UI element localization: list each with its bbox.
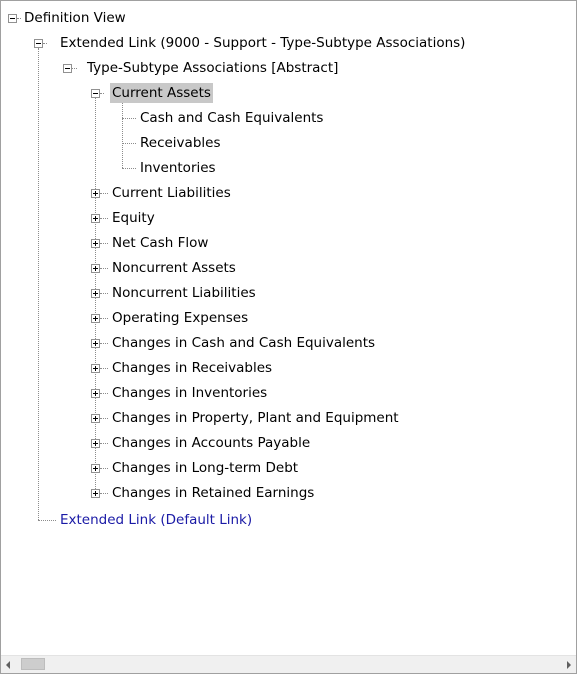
collapse-icon[interactable]: [91, 89, 100, 98]
tree-node-label: Changes in Cash and Cash Equivalents: [112, 335, 376, 351]
expand-icon[interactable]: [91, 289, 100, 298]
expand-icon[interactable]: [91, 464, 100, 473]
tree-node-label: Definition View: [24, 10, 126, 26]
tree-node-label: Changes in Accounts Payable: [112, 435, 311, 451]
expand-icon[interactable]: [91, 364, 100, 373]
expand-icon[interactable]: [91, 414, 100, 423]
tree-guide-line: [100, 393, 108, 394]
tree-guide-line: [100, 243, 108, 244]
horizontal-scrollbar[interactable]: [1, 655, 576, 673]
tree-node-label: Noncurrent Liabilities: [112, 285, 256, 301]
tree-guide-line: [72, 68, 77, 69]
tree-guide-line: [100, 293, 108, 294]
tree-guide-line: [100, 368, 108, 369]
expand-icon[interactable]: [91, 239, 100, 248]
scroll-right-arrow-icon[interactable]: [559, 656, 576, 673]
expand-icon[interactable]: [91, 339, 100, 348]
collapse-icon[interactable]: [34, 39, 43, 48]
tree-node-label: Extended Link (Default Link): [60, 512, 253, 528]
tree-guide-line: [100, 193, 108, 194]
expand-icon[interactable]: [91, 214, 100, 223]
tree-guide-line: [100, 418, 108, 419]
tree-node-label: Current Liabilities: [112, 185, 231, 201]
tree-node-label: Operating Expenses: [112, 310, 249, 326]
tree-node-label: Changes in Retained Earnings: [112, 485, 315, 501]
tree-view-panel: Definition View Extended Link (9000 - Su…: [0, 0, 577, 674]
tree-node-label: Type-Subtype Associations [Abstract]: [87, 60, 339, 76]
tree-guide-line: [43, 43, 47, 44]
tree-guide-line: [122, 143, 136, 144]
scroll-left-arrow-icon[interactable]: [1, 656, 18, 673]
tree-guide-line: [38, 48, 39, 520]
expand-icon[interactable]: [91, 389, 100, 398]
expand-icon[interactable]: [91, 489, 100, 498]
collapse-icon[interactable]: [8, 14, 17, 23]
tree-node-label: Cash and Cash Equivalents: [140, 110, 324, 126]
tree-guide-line: [38, 520, 56, 521]
tree-guide-line: [100, 268, 108, 269]
tree-guide-line: [100, 493, 108, 494]
tree-node-label: Changes in Inventories: [112, 385, 268, 401]
expand-icon[interactable]: [91, 189, 100, 198]
tree-guide-line: [100, 468, 108, 469]
expand-icon[interactable]: [91, 314, 100, 323]
tree-node-label: Receivables: [140, 135, 221, 151]
tree-guide-line: [100, 93, 104, 94]
tree-node-label: Inventories: [140, 160, 216, 176]
tree-node-label: Extended Link (9000 - Support - Type-Sub…: [60, 35, 466, 51]
tree-node-label-selected: Current Assets: [110, 83, 213, 103]
tree-guide-line: [122, 98, 123, 168]
tree-guide-line: [100, 218, 108, 219]
tree-node-label: Changes in Property, Plant and Equipment: [112, 410, 399, 426]
expand-icon[interactable]: [91, 439, 100, 448]
tree-guide-line: [100, 443, 108, 444]
tree-node-label: Changes in Long-term Debt: [112, 460, 299, 476]
expand-icon[interactable]: [91, 264, 100, 273]
tree-guide-line: [122, 168, 136, 169]
tree-node-label: Equity: [112, 210, 155, 226]
scrollbar-thumb[interactable]: [21, 658, 45, 670]
tree-guide-line: [17, 18, 21, 19]
tree-guide-line: [100, 343, 108, 344]
tree-guide-line: [122, 118, 136, 119]
tree-guide-line: [100, 318, 108, 319]
collapse-icon[interactable]: [63, 64, 72, 73]
tree-node-label: Noncurrent Assets: [112, 260, 236, 276]
tree-node-label: Net Cash Flow: [112, 235, 209, 251]
tree-node-label: Changes in Receivables: [112, 360, 273, 376]
